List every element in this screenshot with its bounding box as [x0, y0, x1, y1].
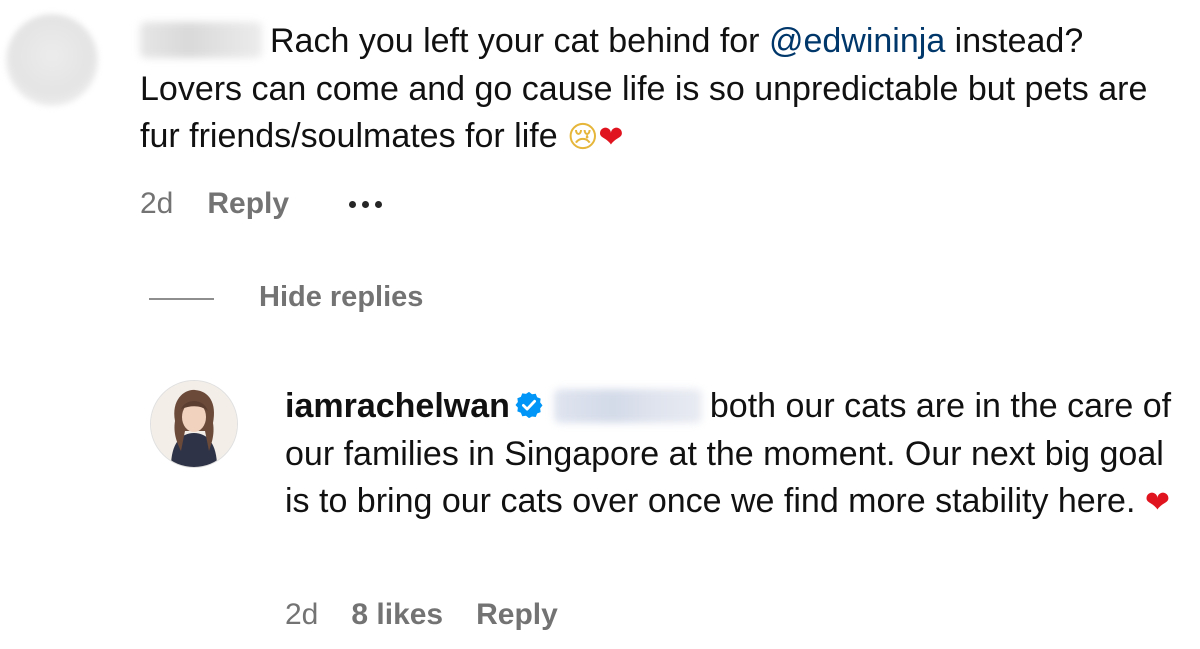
avatar[interactable]	[150, 380, 238, 468]
verified-badge-icon	[515, 391, 543, 419]
comment-meta: 2d Reply	[140, 187, 383, 221]
comment-timestamp[interactable]: 2d	[140, 187, 173, 221]
reply-button[interactable]: Reply	[207, 187, 289, 221]
profile-photo	[151, 381, 237, 467]
hide-replies-button[interactable]: Hide replies	[259, 281, 423, 314]
blurred-mention[interactable]	[553, 389, 702, 423]
likes-count[interactable]: 8 likes	[351, 598, 443, 632]
reply-username[interactable]: iamrachelwan	[285, 387, 510, 425]
red-heart-emoji: ❤	[1144, 485, 1170, 520]
reply-button[interactable]: Reply	[476, 598, 558, 632]
crying-face-emoji: 😢	[567, 120, 599, 155]
comment-body: Rach you left your cat behind for @edwin…	[140, 18, 1185, 162]
comment-text-before: Rach you left your cat behind for	[270, 22, 769, 60]
reply-body: iamrachelwan both our cats are in the ca…	[285, 383, 1190, 527]
more-dots-icon[interactable]	[349, 200, 383, 208]
red-heart-emoji: ❤	[598, 120, 624, 155]
mention-link[interactable]: @edwininja	[769, 22, 945, 60]
blurred-username[interactable]	[140, 22, 262, 58]
reply-timestamp[interactable]: 2d	[285, 598, 318, 632]
blurred-avatar[interactable]	[6, 14, 98, 106]
hide-replies-line	[149, 298, 214, 300]
reply-meta: 2d 8 likes Reply	[285, 598, 558, 632]
